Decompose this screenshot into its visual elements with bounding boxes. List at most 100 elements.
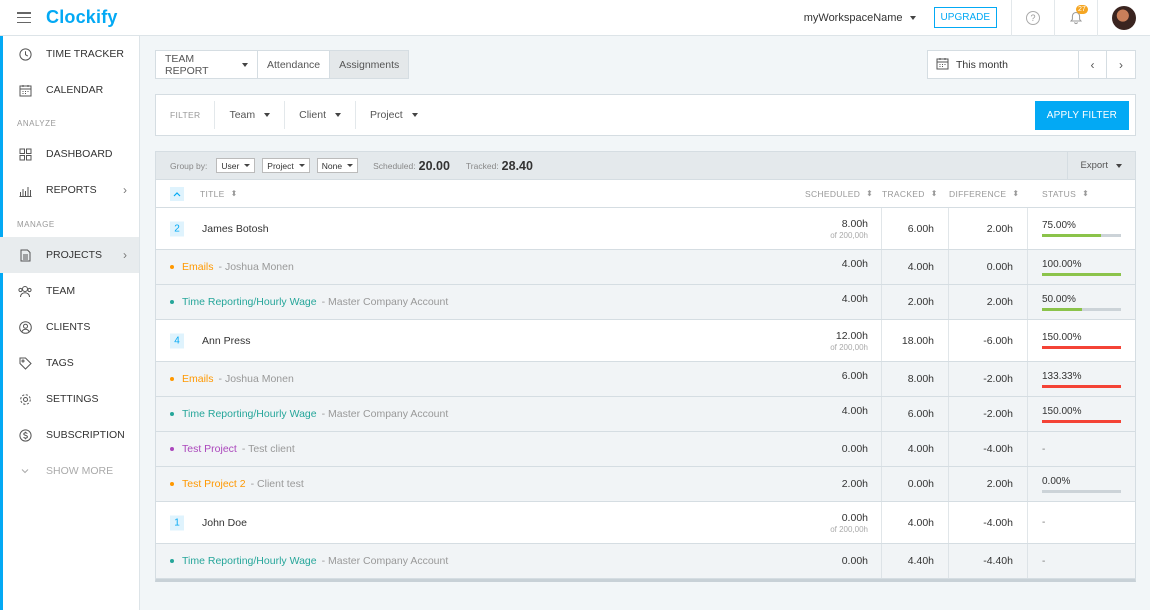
upgrade-button[interactable]: UPGRADE [933, 7, 997, 28]
sidebar-item-dashboard[interactable]: DASHBOARD [0, 136, 139, 172]
client-filter-dropdown[interactable]: Client [285, 101, 356, 129]
tab-team-report[interactable]: TEAM REPORT [156, 51, 258, 78]
calendar-icon [936, 57, 949, 73]
bell-icon[interactable]: 27 [1069, 4, 1088, 25]
progress-bar-fill [1042, 307, 1082, 311]
project-label: Time Reporting/Hourly Wage [182, 296, 317, 308]
menu-icon[interactable] [17, 12, 31, 23]
sidebar-item-projects[interactable]: PROJECTS › [0, 237, 139, 273]
difference-value: -4.40h [983, 555, 1013, 567]
sidebar-item-label: REPORTS [46, 184, 97, 196]
next-period-button[interactable]: › [1107, 51, 1135, 78]
caret-down-icon [244, 164, 251, 167]
scheduled-value: 0.00h [841, 443, 868, 455]
tracked-cell: 0.00h [882, 467, 949, 501]
table-row-project[interactable]: Time Reporting/Hourly Wage Master Company… [156, 397, 1135, 432]
sidebar-item-show-more[interactable]: SHOW MORE [0, 453, 139, 489]
table-row-project[interactable]: Emails Joshua Monen 6.00h 8.00h -2.00h 133.33… [156, 362, 1135, 397]
scheduled-cell: 8.00h of 200,00h [804, 208, 882, 249]
date-range-button[interactable]: This month [928, 51, 1079, 78]
assignments-report: Group by: User Project None Scheduled: 2… [155, 151, 1136, 582]
tracked-cell: 6.00h [882, 397, 949, 431]
status-percent: 150.00% [1042, 405, 1082, 417]
caret-down-icon [347, 164, 354, 167]
status-percent: 0.00% [1042, 475, 1071, 487]
tracked-value: 18.00h [901, 334, 934, 347]
status-empty: - [1042, 517, 1046, 528]
group-by-label: Group by: [170, 160, 208, 171]
scheduled-value: 8.00h [841, 217, 868, 230]
difference-value: 2.00h [986, 222, 1013, 235]
app-logo[interactable]: Clockify [46, 7, 118, 28]
table-row-project[interactable]: Time Reporting/Hourly Wage Master Company… [156, 285, 1135, 320]
sidebar-item-clients[interactable]: CLIENTS [0, 309, 139, 345]
status-percent: 100.00% [1042, 258, 1082, 270]
table-row-project[interactable]: Test Project 2 Client test 2.00h 0.00h 2.00h… [156, 467, 1135, 502]
difference-value: 2.00h [986, 478, 1013, 490]
scheduled-total-value: 20.00 [418, 158, 450, 173]
column-header-status[interactable]: STATUS ⬍ [1042, 189, 1089, 199]
tracked-cell: 4.00h [882, 250, 949, 284]
clients-icon [18, 320, 32, 334]
help-icon[interactable]: ? [1026, 10, 1040, 25]
caret-down-icon [242, 62, 248, 67]
sort-icon: ⬍ [930, 189, 938, 199]
sidebar-item-settings[interactable]: SETTINGS [0, 381, 139, 417]
avatar[interactable] [1112, 5, 1136, 30]
tracked-cell: 6.00h [882, 208, 949, 249]
collapse-all-button[interactable] [170, 186, 184, 201]
tracked-value: 4.00h [907, 516, 934, 529]
column-header-difference[interactable]: DIFFERENCE ⬍ [949, 189, 1019, 199]
scheduled-value: 4.00h [841, 293, 868, 305]
client-label: Joshua Monen [219, 261, 294, 273]
progress-bar-fill [1042, 384, 1121, 388]
progress-bar [1042, 272, 1121, 276]
difference-value: -2.00h [983, 373, 1013, 385]
sidebar-item-team[interactable]: TEAM [0, 273, 139, 309]
column-header-title[interactable]: TITLE ⬍ [200, 189, 238, 199]
table-row-project[interactable]: Test Project Test client 0.00h 4.00h -4.00h - [156, 432, 1135, 467]
column-header-scheduled[interactable]: SCHEDULED ⬍ [805, 189, 873, 199]
tab-assignments[interactable]: Assignments [330, 51, 409, 78]
team-filter-dropdown[interactable]: Team [215, 101, 286, 129]
assignment-count-badge: 2 [170, 221, 184, 236]
apply-filter-button[interactable]: APPLY FILTER [1034, 100, 1129, 130]
table-row-project[interactable]: Emails Joshua Monen 4.00h 4.00h 0.00h 100.00% [156, 250, 1135, 285]
difference-cell: -6.00h [949, 320, 1028, 361]
sidebar-item-label: SHOW MORE [46, 465, 114, 477]
sidebar-item-calendar[interactable]: CALENDAR [0, 72, 139, 108]
sidebar-item-reports[interactable]: REPORTS › [0, 172, 139, 208]
progress-bar [1042, 384, 1121, 388]
sidebar-item-time-tracker[interactable]: TIME TRACKER [0, 36, 139, 72]
report-tabs: TEAM REPORT Attendance Assignments [155, 50, 410, 79]
sidebar-item-tags[interactable]: TAGS [0, 345, 139, 381]
progress-bar [1042, 419, 1121, 423]
project-filter-dropdown[interactable]: Project [356, 101, 432, 129]
workspace-name: myWorkspaceName [803, 11, 903, 24]
progress-bar [1042, 346, 1121, 349]
table-row-user[interactable]: 2 James Botosh 8.00h of 200,00h 6.00h 2.00h 75… [156, 208, 1135, 250]
group-by-select-3[interactable]: None [316, 158, 359, 173]
sort-icon: ⬍ [1082, 189, 1090, 199]
export-dropdown[interactable]: Export [1066, 151, 1135, 180]
status-percent: 133.33% [1042, 370, 1082, 382]
date-range-label: This month [956, 58, 1008, 71]
project-name: Time Reporting/Hourly Wage Master Company… [170, 408, 448, 420]
table-row-user[interactable]: 4 Ann Press 12.00h of 200,00h 18.00h -6.00h 15… [156, 320, 1135, 362]
status-cell: 150.00% [1042, 320, 1121, 361]
filter-dropdown-label: Project [370, 109, 403, 121]
previous-period-button[interactable]: ‹ [1079, 51, 1107, 78]
workspace-selector[interactable]: myWorkspaceName [804, 12, 916, 24]
group-by-select-2[interactable]: Project [262, 158, 310, 173]
tab-attendance[interactable]: Attendance [258, 51, 331, 78]
tracked-value: 6.00h [907, 222, 934, 235]
group-by-select-1[interactable]: User [216, 158, 256, 173]
project-name: Time Reporting/Hourly Wage Master Company… [170, 555, 448, 567]
column-header-tracked[interactable]: TRACKED ⬍ [882, 189, 938, 199]
capacity-value: of 200,00h [830, 230, 868, 240]
sidebar-item-subscription[interactable]: SUBSCRIPTION [0, 417, 139, 453]
table-row-project[interactable]: Time Reporting/Hourly Wage Master Company… [156, 544, 1135, 579]
table-row-user[interactable]: 1 John Doe 0.00h of 200,00h 4.00h -4.00h - [156, 502, 1135, 544]
section-heading-analyze: ANALYZE [17, 119, 57, 128]
chevron-left-icon: ‹ [1090, 57, 1095, 72]
